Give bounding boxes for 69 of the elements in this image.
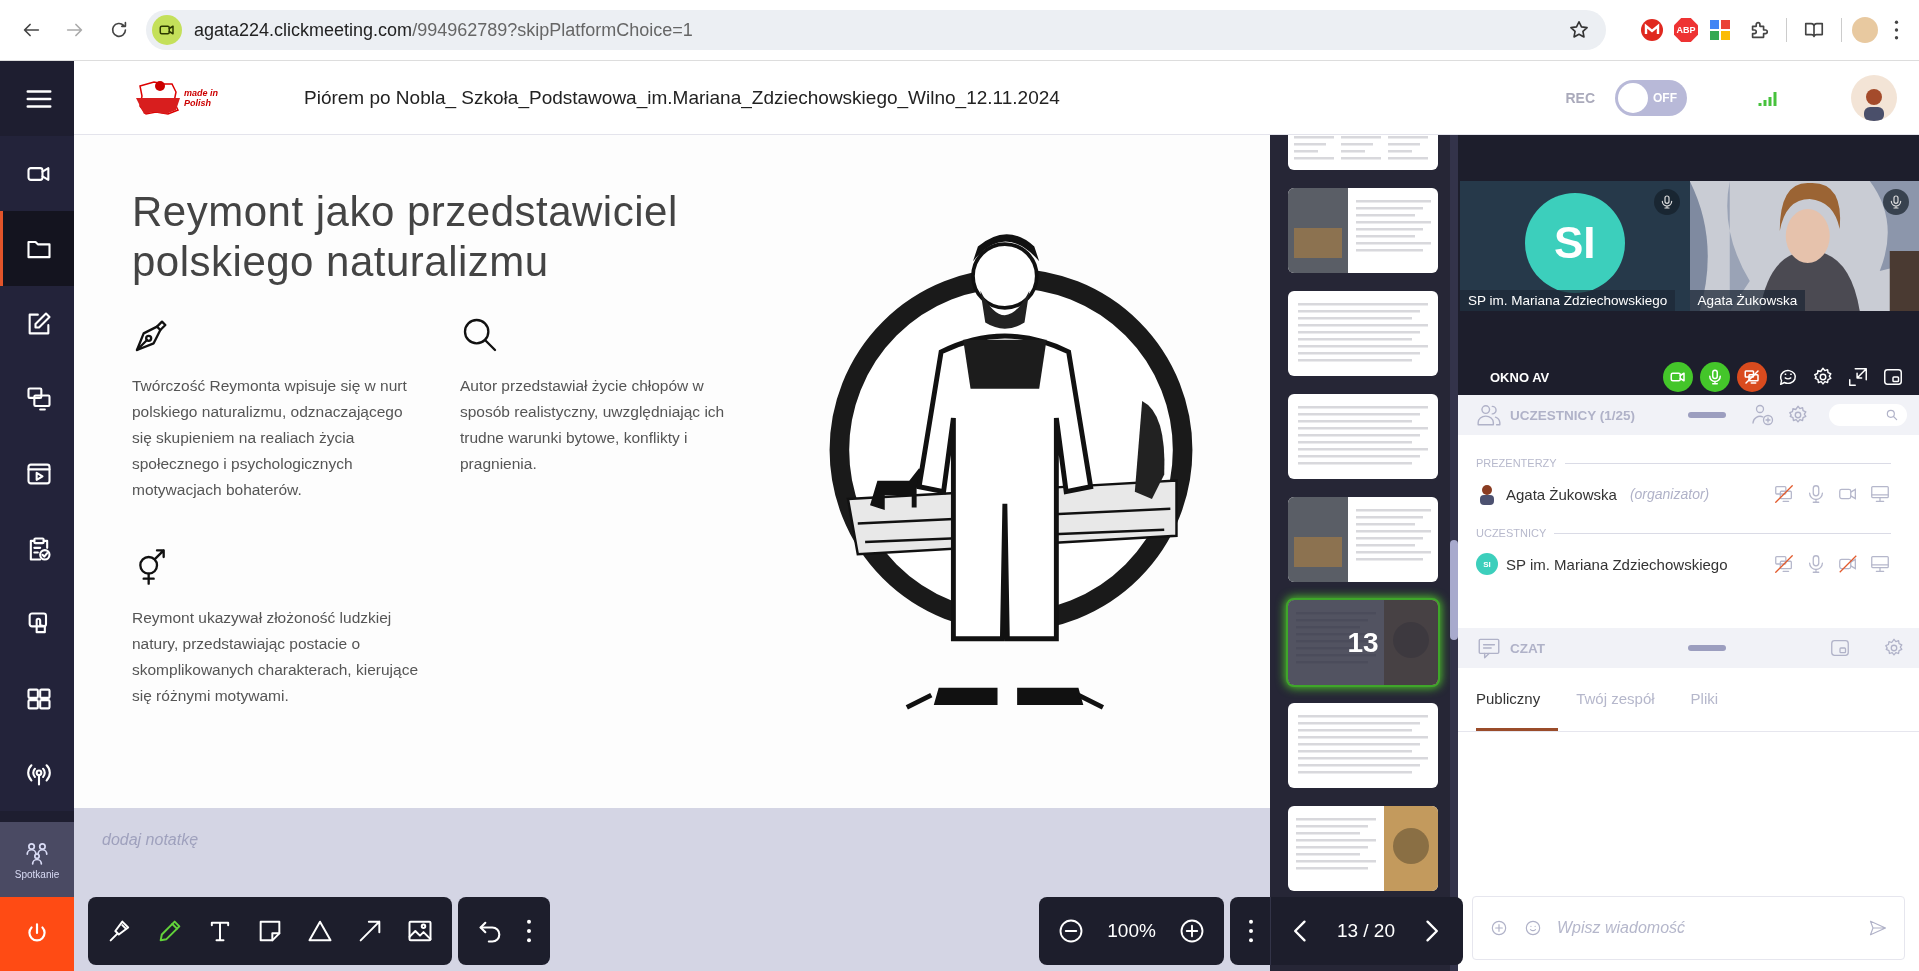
monitor-icon	[1869, 553, 1891, 575]
slide-paragraph: Reymont ukazywał złożoność ludzkiej natury, przedstawiając postacie o skomplikowanych charakterach, kierujące się różnymi motywami.	[132, 608, 420, 706]
minimize-icon	[1847, 366, 1869, 388]
monitor-icon	[1869, 483, 1891, 505]
add-icon	[1489, 918, 1509, 938]
scrollbar[interactable]	[1450, 540, 1458, 640]
section-title: CZAT	[1510, 640, 1546, 656]
group-heading: UCZESTNICY	[1476, 527, 1547, 539]
microphone-button[interactable]	[1653, 189, 1680, 215]
adblock-extension[interactable]: ABP	[1674, 18, 1698, 42]
slide-thumbnail[interactable]	[1288, 394, 1438, 479]
sidebar-item[interactable]	[0, 211, 74, 286]
chat-tab[interactable]: Publiczny	[1476, 668, 1559, 731]
screens-icon	[24, 384, 53, 413]
more-icon	[1894, 20, 1899, 40]
search-field[interactable]	[1829, 404, 1907, 426]
search-icon	[1885, 408, 1899, 422]
add-person-icon	[1751, 403, 1775, 427]
participant-role: (organizator)	[1629, 486, 1710, 502]
screen-share-off-icon	[1773, 483, 1795, 505]
camera-toggle[interactable]	[1663, 362, 1693, 392]
sidebar-item[interactable]	[0, 736, 74, 811]
group-heading: PREZENTERZY	[1476, 457, 1557, 469]
sidebar-item[interactable]	[0, 136, 74, 211]
section-title: UCZESTNICY (1/25)	[1510, 407, 1637, 423]
url-text: agata224.clickmeeting.com/994962789?skipPlatformChoice=1	[194, 19, 694, 41]
logo-text: made in Polish	[184, 87, 218, 108]
participant-avatar: SI	[1476, 553, 1498, 575]
sidebar-item[interactable]	[0, 286, 74, 361]
slide-thumbnail[interactable]	[1288, 806, 1438, 891]
slide-thumbnail[interactable]: 13	[1288, 600, 1438, 685]
meeting-button[interactable]: Spotkanie	[0, 822, 74, 897]
people-icon	[1476, 402, 1502, 428]
participant-name: Agata Żukowska	[1689, 290, 1806, 311]
resize-handle[interactable]	[1688, 645, 1726, 651]
slide-thumbnail[interactable]	[1288, 291, 1438, 376]
screen-share-icon	[1743, 368, 1761, 386]
screen-share-off-icon	[1773, 553, 1795, 575]
slide-paragraph: Autor przedstawiał życie chłopów w sposób realistyczny, uwzględniając ich trudne warunki bytowe, konflikty i pragnienia.	[460, 376, 726, 474]
resize-handle[interactable]	[1688, 412, 1726, 418]
slide-thumbnail[interactable]	[1288, 703, 1438, 788]
slide-thumbnail[interactable]	[1288, 497, 1438, 582]
send-icon	[1868, 918, 1888, 938]
more-icon	[1247, 919, 1254, 943]
star-icon	[1568, 19, 1590, 41]
participant-name: SP im. Mariana Zdziechowskiego	[1460, 290, 1676, 311]
extension-icon[interactable]	[1640, 18, 1664, 42]
microphone-icon	[1706, 368, 1724, 386]
page-counter: 13 / 20	[1335, 920, 1396, 942]
user-avatar[interactable]	[1851, 74, 1897, 121]
meeting-title: Piórem po Nobla_ Szkoła_Podstawowa_im.Mariana_Zdziechowskiego_Wilno_12.11.2024	[304, 86, 1061, 109]
slide-thumbnail[interactable]	[1288, 188, 1438, 273]
smiley-icon	[1523, 918, 1543, 938]
picture-in-picture-icon	[1882, 366, 1904, 388]
zoom-level: 100%	[1106, 920, 1157, 942]
rec-label: REC	[1565, 89, 1595, 106]
participant-name: Agata Żukowska	[1506, 485, 1617, 503]
microphone-toggle[interactable]	[1700, 362, 1730, 392]
microphone-icon	[1888, 194, 1904, 210]
picture-in-picture-icon	[1829, 637, 1851, 659]
extension-icon[interactable]	[1708, 18, 1732, 42]
slide-paragraph: Twórczość Reymonta wpisuje się w nurt polskiego naturalizmu, odznaczającego się skupieniem na realiach życia społecznego i psychologicznych motywacjach bohaterów.	[132, 376, 408, 500]
slide-title: Reymont jako przedstawiciel polskiego naturalizmu	[132, 187, 679, 287]
address-bar[interactable]: agata224.clickmeeting.com/994962789?skipPlatformChoice=1	[146, 10, 1606, 50]
screen-share-toggle[interactable]	[1737, 362, 1767, 392]
more-icon	[526, 919, 532, 943]
participant-initials: SI	[1524, 193, 1625, 293]
panel-title: OKNO AV	[1490, 369, 1551, 385]
participant-name: SP im. Mariana Zdziechowskiego	[1506, 555, 1728, 573]
